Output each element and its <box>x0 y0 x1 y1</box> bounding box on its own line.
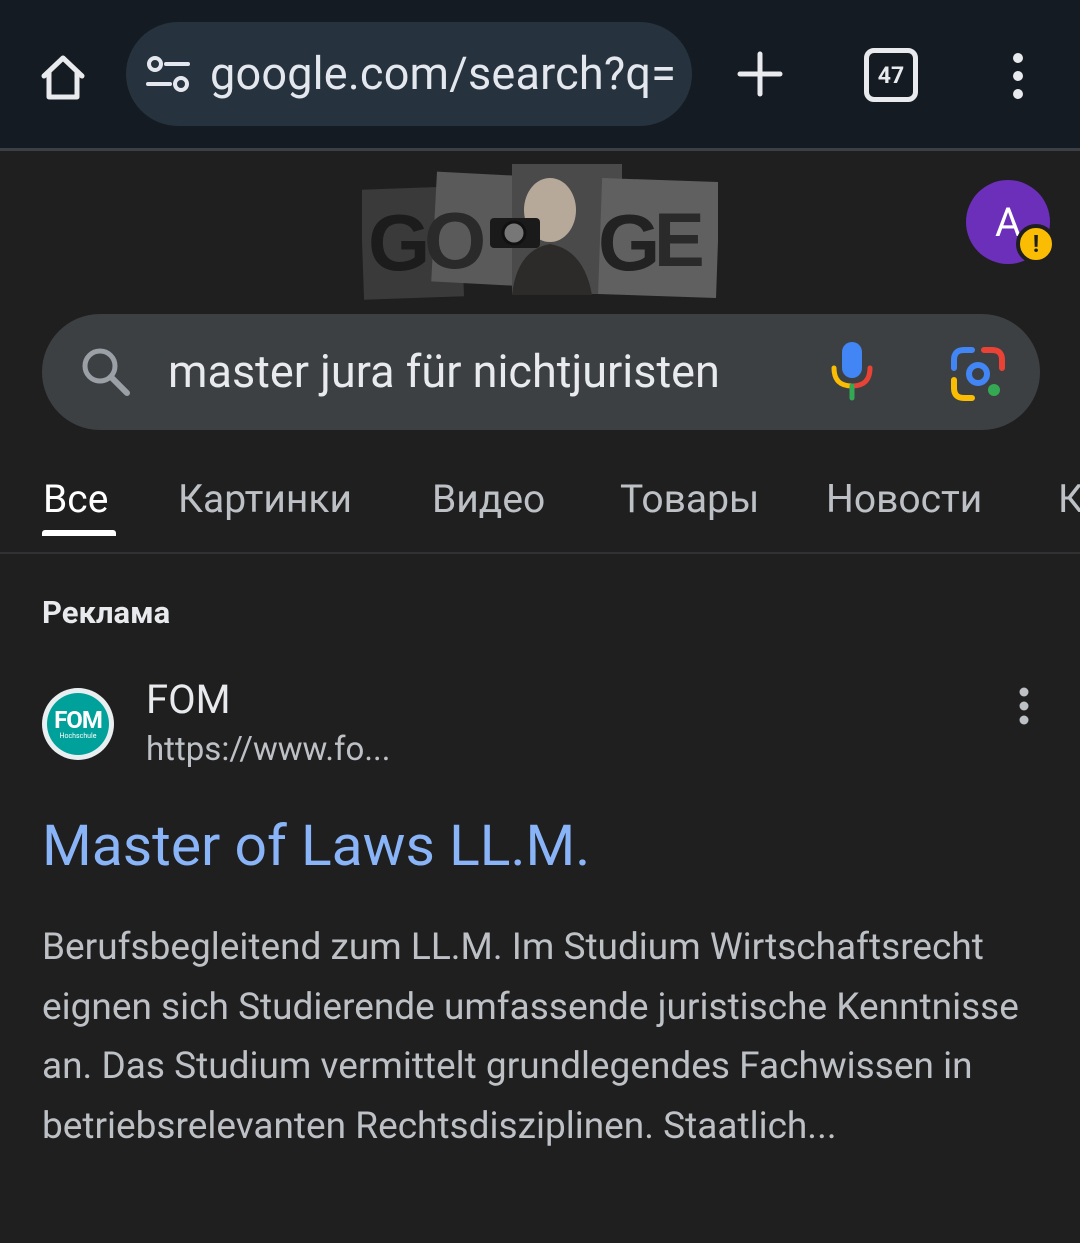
tab-news[interactable]: Новости <box>826 476 982 522</box>
plus-icon <box>737 51 783 97</box>
doodle-image: G O G E <box>360 164 721 300</box>
home-button[interactable] <box>30 44 96 110</box>
ad-label: Реклама <box>42 594 171 631</box>
tab-shopping[interactable]: Товары <box>620 476 759 522</box>
result-snippet: Berufsbegleitend zum LL.M. Im Studium Wi… <box>42 926 1019 1148</box>
google-doodle[interactable]: G O G E <box>360 160 721 300</box>
active-tab-indicator <box>42 530 116 536</box>
browser-menu-button[interactable] <box>996 44 1040 108</box>
site-favicon[interactable]: FOM Hochschule <box>42 688 114 760</box>
fom-logo-text: FOM <box>54 706 103 734</box>
result-more-icon[interactable] <box>1012 686 1036 726</box>
mic-icon[interactable] <box>826 340 878 402</box>
tab-switcher-button[interactable]: 47 <box>862 46 920 104</box>
svg-text:G: G <box>368 198 430 287</box>
svg-text:E: E <box>654 198 705 283</box>
search-icon <box>82 348 130 396</box>
site-url[interactable]: https://www.fo... <box>146 730 390 769</box>
lens-icon[interactable] <box>950 346 1006 402</box>
tab-images[interactable]: Картинки <box>178 476 352 522</box>
tab-count: 47 <box>864 48 918 102</box>
fom-logo-subtext: Hochschule <box>59 732 97 740</box>
search-input[interactable]: master jura für nichtjuristen <box>168 314 750 430</box>
site-name[interactable]: FOM <box>146 676 231 723</box>
site-settings-icon[interactable] <box>146 54 190 94</box>
search-tabs: Все Картинки Видео Товары Новости К <box>0 456 1080 554</box>
tab-more[interactable]: К <box>1058 476 1080 522</box>
tab-videos[interactable]: Видео <box>432 476 545 522</box>
url-text: google.com/search?q= <box>210 47 677 100</box>
address-bar[interactable]: google.com/search?q= <box>126 22 692 126</box>
home-icon <box>41 55 85 100</box>
account-alert-badge: ! <box>1016 224 1056 264</box>
svg-text:O: O <box>424 196 486 285</box>
browser-toolbar: google.com/search?q= 47 <box>0 0 1080 151</box>
fom-logo: FOM Hochschule <box>47 693 109 755</box>
result-title-link[interactable]: Master of Laws LL.M. <box>42 812 590 879</box>
tab-all[interactable]: Все <box>43 476 108 522</box>
new-tab-button[interactable] <box>730 44 790 104</box>
more-vert-icon <box>1013 53 1023 99</box>
svg-text:G: G <box>598 198 660 287</box>
